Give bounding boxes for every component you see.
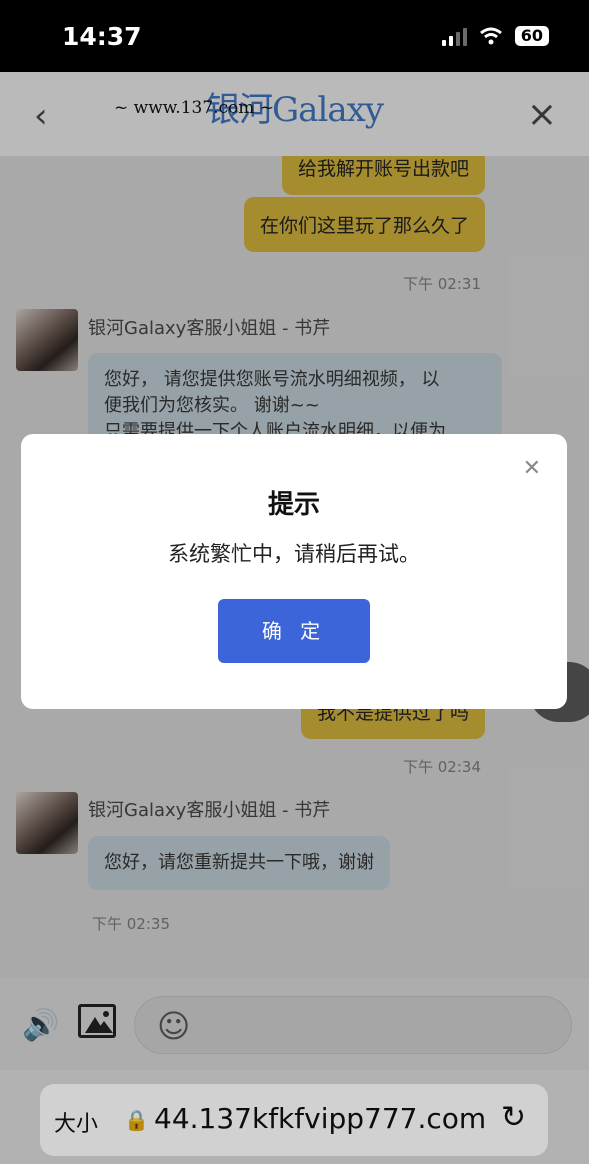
wifi-icon — [479, 27, 502, 45]
alert-dialog: ✕ 提示 系统繁忙中，请稍后再试。 确 定 — [21, 434, 567, 709]
signal-icon — [441, 26, 467, 46]
confirm-button[interactable]: 确 定 — [218, 599, 370, 663]
close-icon[interactable]: ✕ — [523, 456, 541, 481]
status-icons: 60 — [441, 26, 549, 46]
status-bar: 14:37 60 — [0, 0, 589, 72]
dialog-message: 系统繁忙中，请稍后再试。 — [168, 542, 420, 566]
battery-indicator: 60 — [514, 26, 549, 46]
dialog-title: 提示 — [267, 490, 320, 520]
status-time: 14:37 — [62, 22, 142, 51]
